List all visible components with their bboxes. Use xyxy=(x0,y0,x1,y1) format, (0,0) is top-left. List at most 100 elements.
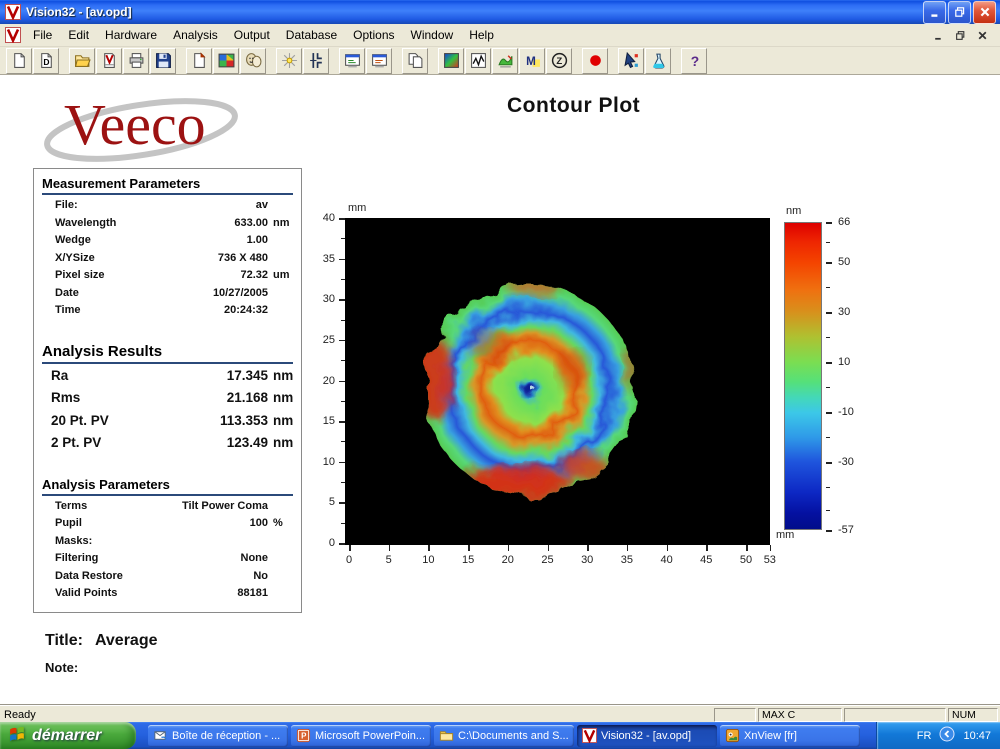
outlook-icon xyxy=(153,728,168,743)
mdi-window-controls xyxy=(930,28,1000,42)
open-folder-icon xyxy=(74,52,91,69)
x-tick-label: 40 xyxy=(660,554,673,566)
taskbar-button-label: Boîte de réception - ... xyxy=(172,729,281,742)
y-tick xyxy=(339,299,345,301)
taskbar-button-bo-te-de-r-ception[interactable]: Boîte de réception - ... xyxy=(148,724,288,747)
param-label: Terms xyxy=(55,499,88,512)
param-unit: nm xyxy=(273,390,294,405)
screen-window-button[interactable] xyxy=(339,47,365,74)
menu-item-output[interactable]: Output xyxy=(226,25,278,45)
help-icon: ? xyxy=(686,52,703,69)
mdi-minimize-button[interactable] xyxy=(930,28,946,42)
menu-item-analysis[interactable]: Analysis xyxy=(165,25,226,45)
caliper-button[interactable] xyxy=(303,47,329,74)
svg-text:?: ? xyxy=(690,53,698,69)
title-bar[interactable]: Vision32 - [av.opd] xyxy=(0,0,1000,24)
powerpoint-icon: P xyxy=(296,728,311,743)
y-tick xyxy=(339,218,345,220)
folder-icon xyxy=(439,728,454,743)
vision32-icon xyxy=(582,728,597,743)
param-label: Masks: xyxy=(55,534,93,547)
y-minor-tick xyxy=(341,400,345,402)
new-database-doc-button[interactable]: D xyxy=(33,47,59,74)
status-bar: Ready MAX C NUM xyxy=(0,705,1000,723)
menu-item-options[interactable]: Options xyxy=(345,25,402,45)
record-icon xyxy=(587,52,604,69)
restore-button[interactable] xyxy=(948,0,971,24)
save-button[interactable] xyxy=(150,47,176,74)
y-tick-label: 5 xyxy=(328,496,335,509)
taskbar-button-vision32-av-opd[interactable]: Vision32 - [av.opd] xyxy=(577,724,717,747)
clock[interactable]: 10:47 xyxy=(963,730,991,742)
page-title: Contour Plot xyxy=(507,94,641,117)
menu-item-file[interactable]: File xyxy=(25,25,60,45)
toolbar-group xyxy=(618,47,672,74)
menu-item-hardware[interactable]: Hardware xyxy=(97,25,165,45)
param-unit: nm xyxy=(273,216,290,229)
copy-pages-button[interactable] xyxy=(402,47,428,74)
xnview-icon xyxy=(725,728,740,743)
param-row: Pupil 100% xyxy=(42,517,293,535)
taskbar-button-microsoft-powerpoin[interactable]: P Microsoft PowerPoin... xyxy=(291,724,431,747)
mdi-restore-button[interactable] xyxy=(952,28,968,42)
param-label: Valid Points xyxy=(55,587,118,599)
taskbar-button-c-documents-and-s[interactable]: C:\Documents and S... xyxy=(434,724,574,747)
help-button[interactable]: ? xyxy=(681,47,707,74)
param-value: 10/27/2005 xyxy=(212,286,268,299)
screen-window2-icon xyxy=(371,52,388,69)
color-map-button[interactable] xyxy=(213,47,239,74)
masks-button[interactable] xyxy=(240,47,266,74)
param-label: Wedge xyxy=(55,234,91,246)
colorbar-tick xyxy=(826,312,832,314)
y-tick xyxy=(339,380,345,382)
x-tick-label: 0 xyxy=(345,554,353,566)
param-value: 736 X 480 xyxy=(217,251,268,264)
close-button[interactable] xyxy=(973,0,996,24)
contour-disc xyxy=(425,285,635,495)
language-indicator[interactable]: FR xyxy=(917,730,932,742)
analysis-results-title: Analysis Results xyxy=(42,343,293,364)
open-v-doc-icon xyxy=(101,52,118,69)
record-button[interactable] xyxy=(582,47,608,74)
taskbar-button-xnview-fr[interactable]: XnView [fr] xyxy=(720,724,860,747)
open-folder-button[interactable] xyxy=(69,47,95,74)
svg-text:P: P xyxy=(301,731,307,740)
colorbar-minor-tick xyxy=(826,437,830,439)
colorbar-tick xyxy=(826,362,832,364)
colorbar-tick xyxy=(826,412,832,414)
menu-item-database[interactable]: Database xyxy=(278,25,345,45)
surface-3d-button[interactable] xyxy=(492,47,518,74)
menu-item-edit[interactable]: Edit xyxy=(60,25,97,45)
colorbar-minor-tick xyxy=(826,509,830,511)
colorbar-tick xyxy=(826,462,832,464)
z-circle-button[interactable]: Z xyxy=(546,47,572,74)
light-source-button[interactable] xyxy=(276,47,302,74)
menu-bar: File Edit Hardware Analysis Output Database Op… xyxy=(0,24,1000,47)
mdi-close-button[interactable] xyxy=(974,28,990,42)
param-value: None xyxy=(240,552,269,564)
pointer-tool-button[interactable] xyxy=(618,47,644,74)
screen-window2-button[interactable] xyxy=(366,47,392,74)
gradient-fill-button[interactable] xyxy=(438,47,464,74)
menu-item-help[interactable]: Help xyxy=(461,25,502,45)
vision32-doc-icon xyxy=(5,27,21,44)
open-v-doc-button[interactable] xyxy=(96,47,122,74)
m-tool-button[interactable]: M xyxy=(519,47,545,74)
colorbar-tick xyxy=(826,530,832,532)
new-page-button[interactable] xyxy=(186,47,212,74)
print-button[interactable] xyxy=(123,47,149,74)
new-doc-button[interactable] xyxy=(6,47,32,74)
line-plot-button[interactable] xyxy=(465,47,491,74)
hide-icons-chevron-icon[interactable] xyxy=(939,726,955,745)
flask-button[interactable] xyxy=(645,47,671,74)
screen-window-icon xyxy=(344,52,361,69)
x-tick-label: 35 xyxy=(620,554,634,566)
x-tick-label: 25 xyxy=(541,554,554,566)
start-button[interactable]: démarrer xyxy=(0,722,136,749)
minimize-button[interactable] xyxy=(923,0,946,24)
menu-item-window[interactable]: Window xyxy=(403,25,462,45)
flask-icon xyxy=(650,52,667,69)
m-tool-icon: M xyxy=(524,52,541,69)
param-value: 113.353 xyxy=(219,412,268,428)
colorbar-minor-tick xyxy=(826,387,830,389)
